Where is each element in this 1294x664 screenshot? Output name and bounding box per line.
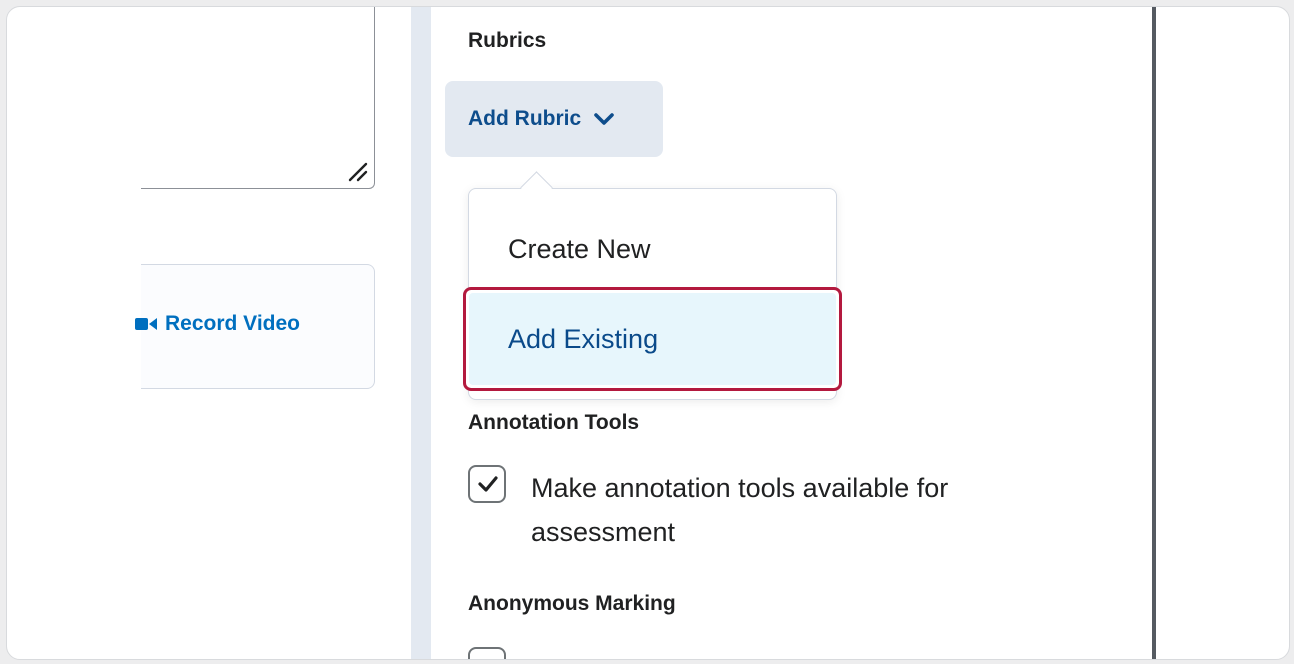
add-rubric-dropdown-menu: Create New Add Existing	[463, 171, 842, 400]
record-video-label: Record Video	[165, 312, 300, 335]
resize-handle-icon[interactable]	[346, 160, 368, 182]
panel-divider	[1152, 7, 1156, 659]
media-attachment-box: Record Video	[135, 264, 375, 389]
annotation-tools-checkbox-label: Make annotation tools available for asse…	[531, 473, 949, 547]
menu-item-create-new[interactable]: Create New	[469, 227, 836, 271]
anonymous-marking-checkbox[interactable]	[468, 647, 506, 659]
menu-item-add-existing-label: Add Existing	[469, 293, 836, 385]
menu-item-add-existing[interactable]: Add Existing	[463, 287, 842, 391]
record-video-button[interactable]: Record Video	[135, 312, 300, 336]
screenshot-frame: Record Video Rubrics Add Rubric Create N…	[6, 6, 1290, 660]
checkmark-icon	[478, 476, 498, 492]
feedback-textarea[interactable]	[141, 7, 375, 189]
annotation-tools-heading: Annotation Tools	[468, 411, 640, 434]
chevron-down-icon	[594, 113, 614, 125]
rubrics-heading: Rubrics	[468, 29, 547, 52]
add-rubric-button[interactable]: Add Rubric	[445, 81, 663, 157]
add-rubric-label: Add Rubric	[468, 107, 582, 130]
video-camera-icon	[135, 318, 157, 330]
annotation-tools-checkbox[interactable]	[468, 465, 506, 503]
anonymous-marking-heading: Anonymous Marking	[468, 592, 676, 615]
